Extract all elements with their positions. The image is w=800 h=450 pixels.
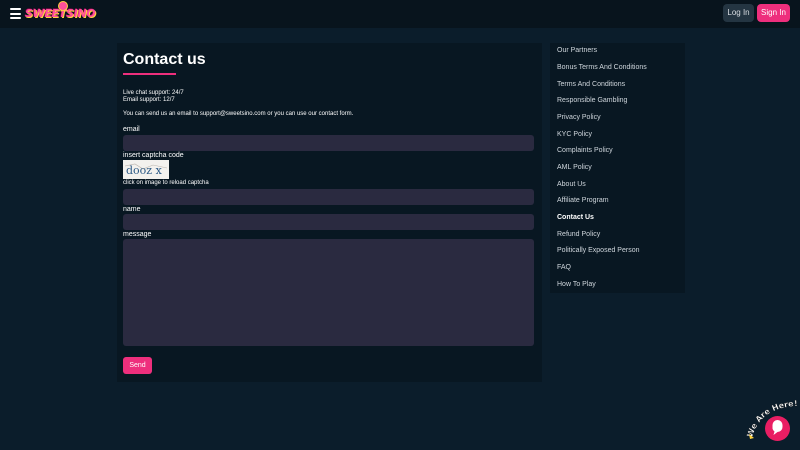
captcha-label: insert captcha code (123, 152, 184, 159)
captcha-image[interactable]: dooz x (123, 160, 169, 179)
email-support-text: Email support: 12/7 (123, 97, 175, 103)
sidebar-item-contact-us[interactable]: Contact Us (557, 214, 594, 221)
sidebar-item-complaints-policy[interactable]: Complaints Policy (557, 147, 613, 154)
sidebar: Our Partners Bonus Terms And Conditions … (550, 43, 685, 293)
email-field[interactable] (123, 135, 534, 151)
sidebar-item-how-to-play[interactable]: How To Play (557, 281, 596, 288)
top-bar: SWEETSINO Log In Sign In (0, 0, 800, 28)
message-label: message (123, 231, 152, 238)
sidebar-item-responsible-gambling[interactable]: Responsible Gambling (557, 97, 627, 104)
logo-badge-icon (58, 1, 68, 11)
message-field[interactable] (123, 239, 534, 346)
logo[interactable]: SWEETSINO (25, 1, 96, 24)
sidebar-item-aml-policy[interactable]: AML Policy (557, 164, 592, 171)
sidebar-item-privacy-policy[interactable]: Privacy Policy (557, 114, 601, 121)
name-label: name (123, 206, 141, 213)
sidebar-item-about-us[interactable]: About Us (557, 181, 586, 188)
hamburger-menu-icon[interactable] (10, 8, 21, 19)
contact-panel: Contact us Live chat support: 24/7 Email… (117, 43, 542, 382)
captcha-text: dooz x (126, 164, 163, 177)
sidebar-item-politically-exposed-person[interactable]: Politically Exposed Person (557, 247, 640, 254)
sidebar-item-kyc-policy[interactable]: KYC Policy (557, 131, 592, 138)
chat-widget[interactable]: We Are Here! (746, 400, 800, 450)
sidebar-item-our-partners[interactable]: Our Partners (557, 47, 597, 54)
name-field[interactable] (123, 214, 534, 230)
title-underline (123, 73, 176, 75)
email-label: email (123, 126, 140, 133)
live-chat-support-text: Live chat support: 24/7 (123, 90, 184, 96)
signin-button[interactable]: Sign In (757, 4, 790, 22)
send-button[interactable]: Send (123, 357, 152, 374)
sidebar-item-refund-policy[interactable]: Refund Policy (557, 231, 600, 238)
page-title: Contact us (123, 51, 206, 68)
sidebar-item-affiliate-program[interactable]: Affiliate Program (557, 197, 609, 204)
captcha-hint: click on image to reload captcha (123, 180, 209, 186)
sidebar-item-bonus-terms[interactable]: Bonus Terms And Conditions (557, 64, 647, 71)
captcha-input[interactable] (123, 189, 534, 205)
login-button[interactable]: Log In (723, 4, 754, 22)
contact-intro-text: You can send us an email to support@swee… (123, 111, 354, 117)
sidebar-item-faq[interactable]: FAQ (557, 264, 571, 271)
chat-bubble-icon[interactable] (765, 416, 790, 441)
sidebar-item-terms[interactable]: Terms And Conditions (557, 81, 625, 88)
